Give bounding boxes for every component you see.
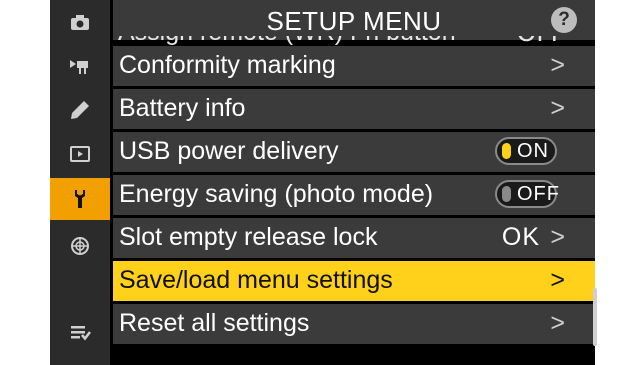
chevron-right-icon: > (550, 309, 565, 337)
menu-item-usb-power-delivery[interactable]: USB power delivery ON (113, 132, 595, 172)
energy-saving-toggle[interactable]: OFF (495, 180, 560, 208)
toggle-off-indicator (502, 186, 511, 202)
toggle-state: ON (517, 140, 549, 162)
movie-camera-icon (70, 60, 88, 74)
menu-item-label: Save/load menu settings (119, 266, 393, 294)
menu-item-value: OK (501, 223, 540, 251)
camera-icon (71, 15, 89, 30)
playback-icon (70, 146, 90, 162)
menu-item-slot-empty-release-lock[interactable]: Slot empty release lock OK > (113, 218, 595, 258)
menu-item-battery-info[interactable]: Battery info > (113, 89, 595, 129)
menu-item-label: Slot empty release lock (119, 223, 378, 251)
chevron-right-icon: > (550, 266, 565, 294)
usb-power-toggle[interactable]: ON (495, 137, 557, 165)
tab-setup[interactable] (50, 178, 110, 220)
tab-my-menu[interactable] (50, 312, 110, 352)
help-icon[interactable]: ? (551, 7, 577, 33)
menu-header: SETUP MENU ? (113, 0, 595, 40)
my-menu-icon (71, 326, 91, 341)
menu-item-label: USB power delivery (119, 137, 339, 165)
menu-item-conformity-marking[interactable]: Conformity marking > (113, 46, 595, 86)
menu-item-label: Reset all settings (119, 309, 310, 337)
chevron-right-icon: > (550, 223, 565, 251)
chevron-right-icon: > (550, 51, 565, 79)
menu-item-label: Battery info (119, 94, 246, 122)
page-title: SETUP MENU (266, 6, 442, 36)
tab-movie-shooting[interactable] (50, 46, 110, 86)
scrollbar[interactable] (593, 288, 597, 346)
chevron-right-icon: > (550, 94, 565, 122)
setup-menu-list: Conformity marking > Battery info > USB … (113, 46, 595, 347)
menu-item-save-load-settings[interactable]: Save/load menu settings > (113, 261, 595, 301)
menu-tab-sidebar (50, 0, 110, 365)
wrench-icon (75, 190, 85, 208)
tab-playback[interactable] (50, 134, 110, 174)
menu-item-energy-saving[interactable]: Energy saving (photo mode) OFF (113, 175, 595, 215)
pencil-icon (71, 101, 89, 119)
menu-item-label: Conformity marking (119, 51, 336, 79)
menu-item-reset-all-settings[interactable]: Reset all settings > (113, 304, 595, 344)
network-icon (71, 237, 89, 255)
tab-network[interactable] (50, 226, 110, 266)
tab-photo-shooting[interactable] (50, 2, 110, 42)
camera-screen: SETUP MENU ? Assign remote (WR) Fn butto… (50, 0, 595, 365)
menu-item-label: Energy saving (photo mode) (119, 180, 434, 208)
tab-custom-settings[interactable] (50, 90, 110, 130)
toggle-state: OFF (517, 183, 560, 205)
toggle-on-indicator (502, 143, 511, 159)
